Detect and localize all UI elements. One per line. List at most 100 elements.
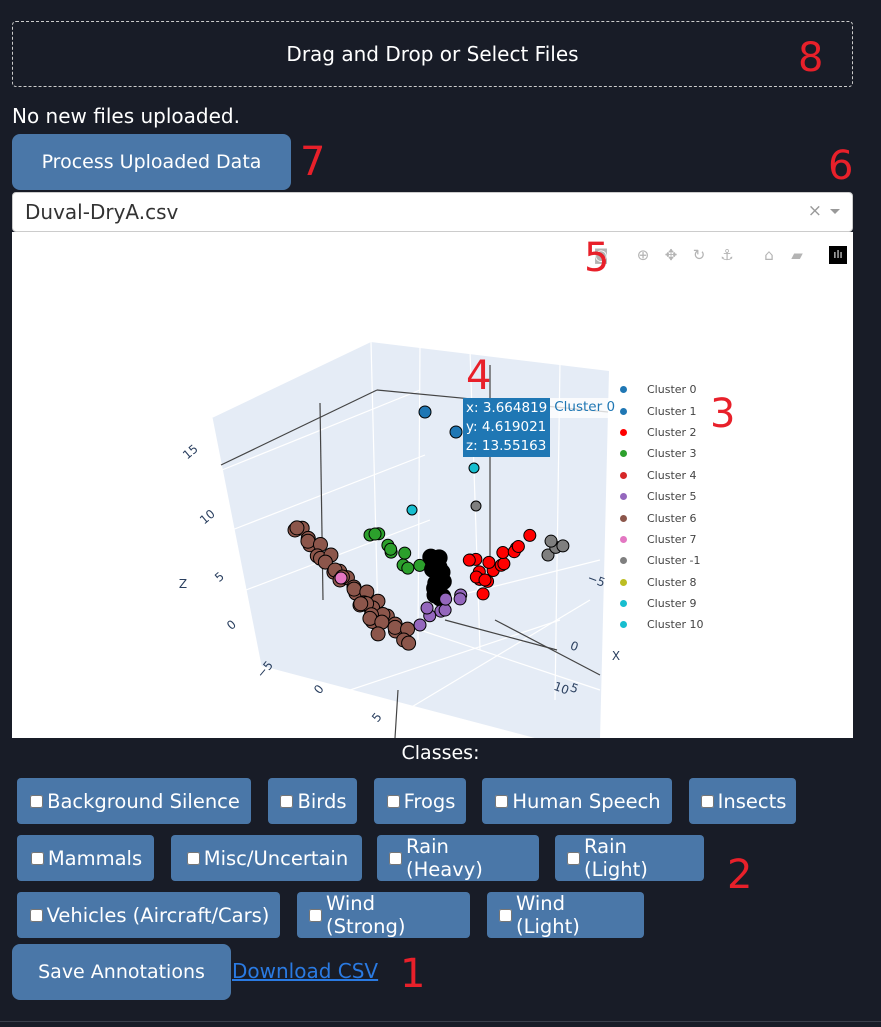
legend-marker-icon xyxy=(620,535,627,543)
upload-label: Drag and Drop or Select Files xyxy=(286,42,579,66)
class-checkbox[interactable] xyxy=(30,794,44,808)
class-checkbox[interactable] xyxy=(499,908,512,922)
class-checkbox-item[interactable]: Frogs xyxy=(374,778,466,824)
class-label: Frogs xyxy=(403,789,456,813)
class-checkbox[interactable] xyxy=(309,908,322,922)
legend-item[interactable]: Cluster 7 xyxy=(620,529,704,550)
scatter-3d-plot[interactable]: 15 10 5 0 Z −5 0 5 10 X −5 0 5 ◙ ⊕ ✥ ↻ ⚓ ⌂ ▰ ılı Clu… xyxy=(12,232,853,738)
plot-scene[interactable]: 151050Z −50510X−505 xyxy=(12,232,853,738)
legend-label: Cluster 9 xyxy=(647,597,697,611)
cluster-5-point xyxy=(413,618,427,632)
class-label: Vehicles (Aircraft/Cars) xyxy=(46,903,270,927)
cluster-2-point xyxy=(511,539,525,553)
cluster-2-point xyxy=(462,553,476,567)
class-checkbox-item[interactable]: Insects xyxy=(689,778,796,824)
zoom-icon[interactable]: ⊕ xyxy=(633,246,653,264)
camera-view-icon[interactable]: ▰ xyxy=(787,246,807,264)
axis-tick-label: 5 xyxy=(212,569,227,585)
class-checkbox[interactable] xyxy=(495,794,509,808)
class-checkbox[interactable] xyxy=(389,851,402,865)
orbit-rotation-icon[interactable]: ↻ xyxy=(689,246,709,264)
clear-icon[interactable]: × xyxy=(808,201,822,221)
legend-marker-icon xyxy=(620,428,627,436)
legend-item[interactable]: Cluster 4 xyxy=(620,465,704,486)
cluster-6-point xyxy=(353,596,369,612)
cluster-3-point xyxy=(401,561,415,575)
legend-marker-icon xyxy=(620,621,627,629)
cluster-8-point xyxy=(556,539,570,553)
cluster-9-point xyxy=(406,504,418,516)
legend-label: Cluster 7 xyxy=(647,532,697,546)
axis-tick-label: 15 xyxy=(180,442,201,463)
annotation-8: 8 xyxy=(798,35,824,81)
legend-marker-icon xyxy=(620,514,627,522)
cluster-8-point xyxy=(544,534,558,548)
axis-tick-label: 0 xyxy=(224,617,239,633)
class-label: Wind (Strong) xyxy=(326,892,406,938)
turntable-rotation-icon[interactable]: ⚓ xyxy=(717,246,737,264)
class-checkbox-item[interactable]: Rain (Heavy) xyxy=(377,835,539,881)
pan-icon[interactable]: ✥ xyxy=(661,246,681,264)
legend-marker-icon xyxy=(620,600,627,608)
class-checkbox-item[interactable]: Wind (Light) xyxy=(487,892,644,938)
process-uploaded-data-button[interactable]: Process Uploaded Data xyxy=(12,134,291,190)
class-checkbox[interactable] xyxy=(567,851,580,865)
cluster-6-point xyxy=(401,635,417,651)
legend-item[interactable]: Cluster 3 xyxy=(620,443,704,464)
hover-trace-name: Cluster 0 xyxy=(550,398,620,418)
cluster-2-point xyxy=(482,555,496,569)
class-checkbox-item[interactable]: Background Silence xyxy=(17,778,251,824)
cluster-2-point xyxy=(478,573,492,587)
class-checkbox-item[interactable]: Misc/Uncertain xyxy=(171,835,362,881)
chevron-down-icon[interactable] xyxy=(830,209,840,214)
file-upload-dropzone[interactable]: Drag and Drop or Select Files xyxy=(12,21,853,87)
cluster-6-point xyxy=(289,520,305,536)
legend-item[interactable]: Cluster 2 xyxy=(620,422,704,443)
hover-x: x: 3.664819 xyxy=(466,400,548,416)
legend-label: Cluster 3 xyxy=(647,447,697,461)
save-annotations-button[interactable]: Save Annotations xyxy=(12,944,231,1000)
class-label: Rain (Heavy) xyxy=(406,835,483,881)
cluster-5-point xyxy=(439,592,453,606)
annotation-3: 3 xyxy=(710,391,736,437)
class-checkbox[interactable] xyxy=(29,908,43,922)
class-checkbox-item[interactable]: Birds xyxy=(268,778,357,824)
class-checkbox-item[interactable]: Mammals xyxy=(17,835,154,881)
legend-label: Cluster 2 xyxy=(647,425,697,439)
legend-item[interactable]: Cluster 6 xyxy=(620,507,704,528)
reset-home-icon[interactable]: ⌂ xyxy=(759,246,779,264)
class-checkbox-item[interactable]: Wind (Strong) xyxy=(297,892,470,938)
class-checkbox[interactable] xyxy=(186,851,200,865)
plotly-logo-icon[interactable]: ılı xyxy=(829,246,847,264)
legend-item[interactable]: Cluster 1 xyxy=(620,400,704,421)
legend-marker-icon xyxy=(620,471,627,479)
class-checkbox[interactable] xyxy=(280,794,294,808)
classes-title: Classes: xyxy=(401,742,480,764)
axis-tick-label: 0 xyxy=(311,682,327,697)
class-checkbox-item[interactable]: Rain (Light) xyxy=(555,835,704,881)
class-checkbox-item[interactable]: Vehicles (Aircraft/Cars) xyxy=(17,892,280,938)
hover-tooltip: x: 3.664819 y: 4.619021 z: 13.55163 Clus… xyxy=(463,398,620,457)
class-checkbox[interactable] xyxy=(700,794,714,808)
class-label: Misc/Uncertain xyxy=(203,846,349,870)
file-select-dropdown[interactable]: Duval-DryA.csv × xyxy=(12,192,853,232)
legend-item[interactable]: Cluster 10 xyxy=(620,614,704,635)
legend-item[interactable]: Cluster 8 xyxy=(620,572,704,593)
legend-item[interactable]: Cluster 5 xyxy=(620,486,704,507)
legend-label: Cluster 5 xyxy=(647,490,697,504)
class-checkbox-item[interactable]: Human Speech xyxy=(482,778,672,824)
legend-item[interactable]: Cluster -1 xyxy=(620,550,704,571)
dropdown-value: Duval-DryA.csv xyxy=(25,200,179,224)
class-checkbox[interactable] xyxy=(30,851,44,865)
class-checkbox[interactable] xyxy=(386,794,400,808)
axis-tick-label: 5 xyxy=(369,710,385,725)
download-csv-link[interactable]: Download CSV xyxy=(232,959,378,983)
cluster-3-point xyxy=(384,542,398,556)
class-label: Rain (Light) xyxy=(584,835,648,881)
legend-label: Cluster 1 xyxy=(647,404,697,418)
legend-marker-icon xyxy=(620,386,627,394)
legend-item[interactable]: Cluster 9 xyxy=(620,593,704,614)
cluster-5-point xyxy=(453,592,467,606)
cluster-6-point xyxy=(346,581,362,597)
legend-item[interactable]: Cluster 0 xyxy=(620,379,704,400)
